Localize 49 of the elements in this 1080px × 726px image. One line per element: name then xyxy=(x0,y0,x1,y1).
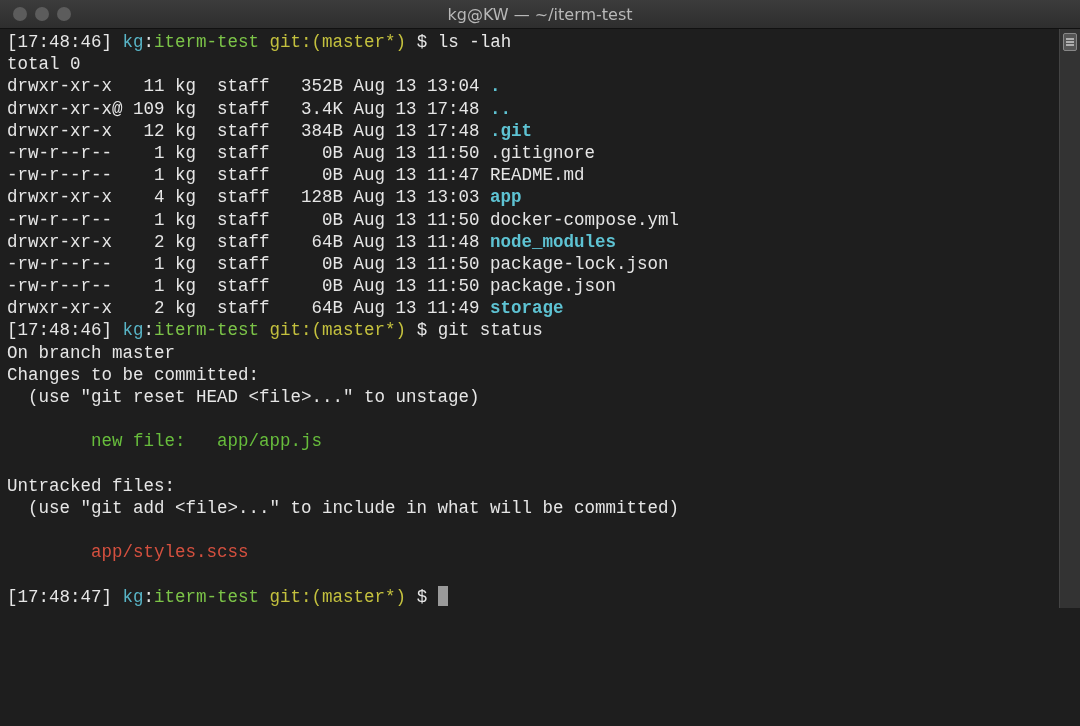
terminal-text: -rw-r--r-- 1 kg staff 0B Aug 13 11:50 .gitignore xyxy=(7,142,596,163)
staged-file: new file: app/app.js xyxy=(90,431,323,452)
close-button[interactable] xyxy=(13,7,27,21)
terminal-text: $ xyxy=(415,586,429,607)
terminal-text: [17:48:47] xyxy=(7,586,114,607)
directory-name: app xyxy=(490,187,522,208)
prompt-user: kg xyxy=(122,32,144,52)
terminal-text: -rw-r--r-- 1 kg staff 0B Aug 13 11:50 package.json xyxy=(7,276,617,297)
menu-icon[interactable] xyxy=(1063,33,1077,51)
window-title: kg@KW — ~/iterm-test xyxy=(447,4,633,24)
terminal-text: [17:48:46] xyxy=(7,32,114,52)
zoom-button[interactable] xyxy=(57,7,71,21)
minimize-button[interactable] xyxy=(35,7,49,21)
git-branch: git:(master*) xyxy=(268,320,407,341)
terminal-text: (use "git add <file>..." to include in what will be committed) xyxy=(27,497,680,518)
prompt-path: iterm-test xyxy=(154,320,260,341)
git-branch: git:(master*) xyxy=(268,32,407,52)
prompt-path: iterm-test xyxy=(154,32,260,52)
terminal-text: Untracked files: xyxy=(7,475,176,496)
terminal-text: (use "git reset HEAD <file>..." to unstage) xyxy=(27,387,480,407)
terminal-text: drwxr-xr-x 11 kg staff 352B Aug 13 13:04 xyxy=(7,76,481,97)
directory-name: .. xyxy=(490,98,512,119)
directory-name: node_modules xyxy=(490,231,617,252)
git-branch: git:(master*) xyxy=(268,586,407,607)
prompt-user: kg xyxy=(122,320,144,341)
terminal-text: $ git status xyxy=(415,320,543,341)
terminal-text: On branch master xyxy=(7,342,176,363)
untracked-file: app/styles.scss xyxy=(90,542,249,563)
terminal-text: drwxr-xr-x@ 109 kg staff 3.4K Aug 13 17:48 xyxy=(7,98,481,119)
terminal-text: drwxr-xr-x 4 kg staff 128B Aug 13 13:03 xyxy=(7,187,481,208)
terminal-text: : xyxy=(143,32,155,52)
directory-name: .git xyxy=(490,120,533,141)
terminal-text: -rw-r--r-- 1 kg staff 0B Aug 13 11:50 package-lock.json xyxy=(7,253,669,274)
terminal-text: -rw-r--r-- 1 kg staff 0B Aug 13 11:47 README.md xyxy=(7,165,585,186)
terminal-text: drwxr-xr-x 12 kg staff 384B Aug 13 17:48 xyxy=(7,120,481,141)
terminal-text: [17:48:46] xyxy=(7,320,114,341)
prompt-user: kg xyxy=(122,586,144,607)
scrollbar[interactable] xyxy=(1059,29,1080,608)
directory-name: . xyxy=(490,76,501,97)
terminal-text: Changes to be committed: xyxy=(7,364,260,385)
terminal-text: total 0 xyxy=(7,54,81,75)
terminal-text: : xyxy=(143,320,155,341)
terminal-text: $ ls -lah xyxy=(415,32,512,52)
terminal-text: drwxr-xr-x 2 kg staff 64B Aug 13 11:49 xyxy=(7,298,481,319)
directory-name: storage xyxy=(490,298,564,319)
terminal-text: -rw-r--r-- 1 kg staff 0B Aug 13 11:50 docker-compose.yml xyxy=(7,209,680,230)
prompt-path: iterm-test xyxy=(154,586,260,607)
terminal-text: drwxr-xr-x 2 kg staff 64B Aug 13 11:48 xyxy=(7,231,481,252)
terminal-text: : xyxy=(143,586,155,607)
